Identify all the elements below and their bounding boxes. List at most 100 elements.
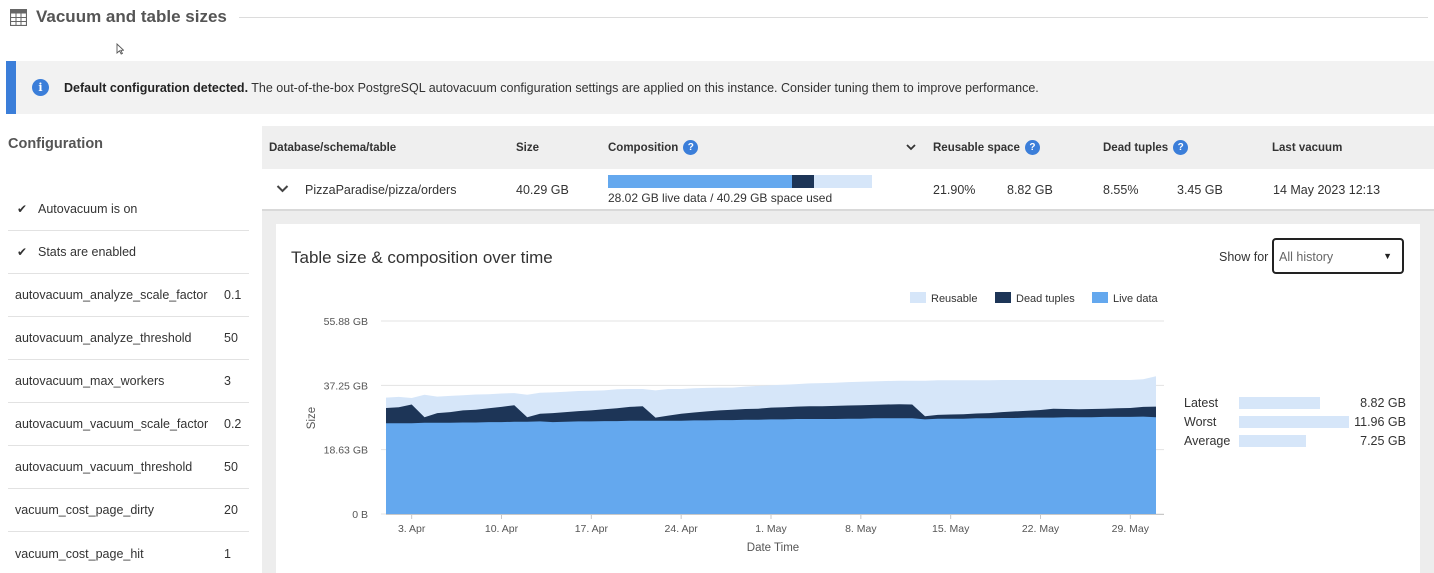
config-setting-value: 50: [224, 331, 238, 345]
x-tick-label: 24. Apr: [665, 523, 699, 535]
alert-bold-text: Default configuration detected.: [64, 80, 249, 95]
config-setting-value: 3: [224, 374, 231, 388]
config-setting-key: autovacuum_analyze_threshold: [15, 331, 192, 345]
legend-swatch: [1092, 292, 1108, 303]
column-header-table[interactable]: Database/schema/table: [269, 126, 396, 169]
config-setting-value: 1: [224, 546, 231, 561]
composition-live-segment: [608, 175, 792, 188]
dead-tuples-size: 3.45 GB: [1177, 183, 1223, 197]
info-icon: i: [32, 79, 49, 96]
config-setting-value: 50: [224, 460, 238, 474]
size-chart-card: Table size & composition over time Show …: [276, 224, 1420, 573]
table-row[interactable]: PizzaParadise/pizza/orders 40.29 GB 28.0…: [262, 169, 1434, 211]
legend-label: Reusable: [931, 293, 977, 305]
stat-value: 11.96 GB: [1354, 415, 1406, 429]
x-axis-title: Date Time: [747, 542, 799, 554]
config-check-label: Autovacuum is on: [38, 202, 138, 216]
header-divider: [238, 16, 1428, 18]
chevron-down-icon[interactable]: [905, 141, 917, 153]
column-header-reusable[interactable]: Reusable space?: [933, 126, 1040, 169]
stat-label: Average: [1184, 434, 1231, 448]
config-setting-value: 0.1: [224, 288, 242, 302]
config-setting-key: vacuum_cost_page_hit: [15, 546, 144, 561]
help-icon[interactable]: ?: [1024, 140, 1040, 155]
column-header-label: Last vacuum: [1272, 141, 1343, 154]
composition-reusable-segment: [814, 175, 872, 188]
config-setting-key: autovacuum_vacuum_scale_factor: [15, 417, 209, 431]
column-header-label: Dead tuples: [1103, 141, 1169, 154]
config-setting-key: autovacuum_max_workers: [15, 374, 165, 388]
column-header-composition[interactable]: Composition?: [608, 126, 699, 169]
x-tick-label: 8. May: [845, 523, 877, 535]
dead-tuples-percent: 8.55%: [1103, 183, 1139, 197]
configuration-title: Configuration: [8, 136, 104, 152]
help-icon[interactable]: ?: [683, 140, 699, 155]
column-header-last-vacuum[interactable]: Last vacuum: [1272, 126, 1342, 169]
column-header-label: Database/schema/table: [269, 141, 397, 154]
composition-caption: 28.02 GB live data / 40.29 GB space used: [608, 191, 833, 205]
config-check-stats: ✔ Stats are enabled: [8, 231, 249, 274]
help-icon[interactable]: ?: [1173, 140, 1189, 155]
legend-swatch: [910, 292, 926, 303]
column-header-label: Size: [516, 141, 540, 154]
y-tick-label: 55.88 GB: [324, 316, 368, 328]
column-header-label: Reusable space: [933, 141, 1020, 154]
composition-dead-segment: [791, 175, 815, 188]
y-tick-label: 18.63 GB: [324, 445, 368, 457]
config-setting-row: autovacuum_analyze_threshold 50: [8, 317, 249, 360]
page-header: Vacuum and table sizes: [10, 6, 1434, 28]
column-header-label: Composition: [608, 141, 679, 154]
default-config-alert: i Default configuration detected. The ou…: [6, 61, 1434, 114]
column-header-dead-tuples[interactable]: Dead tuples?: [1103, 126, 1189, 169]
config-setting-key: vacuum_cost_page_dirty: [15, 503, 154, 517]
mouse-cursor-icon: [116, 43, 124, 55]
stat-value: 8.82 GB: [1360, 396, 1406, 410]
config-setting-row: autovacuum_analyze_scale_factor 0.1: [8, 274, 249, 317]
check-icon: ✔: [17, 202, 28, 216]
last-vacuum-time: 14 May 2023 12:13: [1273, 183, 1381, 197]
config-setting-row: vacuum_cost_page_hit 1: [8, 532, 249, 573]
y-tick-label: 37.25 GB: [324, 380, 368, 392]
legend-swatch: [995, 292, 1011, 303]
config-setting-row: vacuum_cost_page_dirty 20: [8, 489, 249, 532]
composition-bar: [608, 175, 872, 188]
stat-bar: [1239, 435, 1306, 447]
x-tick-label: 17. Apr: [575, 523, 609, 535]
x-tick-label: 15. May: [932, 523, 970, 535]
legend-label: Live data: [1113, 293, 1159, 305]
reusable-percent: 21.90%: [933, 183, 976, 197]
table-grid-icon: [10, 8, 27, 26]
chevron-down-icon[interactable]: [276, 184, 289, 194]
table-size: 40.29 GB: [516, 183, 569, 197]
live-data-area: [386, 416, 1156, 514]
table-header: Database/schema/table Size Composition? …: [262, 126, 1434, 169]
stat-label: Worst: [1184, 415, 1217, 429]
config-setting-value: 20: [224, 503, 238, 517]
config-setting-row: autovacuum_vacuum_scale_factor 0.2: [8, 403, 249, 446]
config-setting-key: autovacuum_vacuum_threshold: [15, 460, 193, 474]
stat-row-average: Average 7.25 GB: [1184, 432, 1414, 452]
stat-bar: [1239, 416, 1349, 428]
column-header-size[interactable]: Size: [516, 126, 539, 169]
x-tick-label: 1. May: [755, 523, 787, 535]
x-tick-label: 3. Apr: [398, 523, 426, 535]
check-icon: ✔: [17, 245, 28, 259]
config-setting-value: 0.2: [224, 417, 242, 431]
config-check-label: Stats are enabled: [38, 245, 136, 259]
config-check-autovacuum: ✔ Autovacuum is on: [8, 188, 249, 231]
config-setting-key: autovacuum_analyze_scale_factor: [15, 288, 208, 302]
x-tick-label: 22. May: [1022, 523, 1060, 535]
config-setting-row: autovacuum_max_workers 3: [8, 360, 249, 403]
alert-message: Default configuration detected. The out-…: [64, 81, 1039, 95]
legend-label: Dead tuples: [1016, 293, 1075, 305]
stat-bar: [1239, 397, 1321, 409]
stat-value: 7.25 GB: [1360, 434, 1406, 448]
page-title: Vacuum and table sizes: [36, 7, 227, 26]
reusable-size: 8.82 GB: [1007, 183, 1053, 197]
stat-row-latest: Latest 8.82 GB: [1184, 394, 1414, 414]
x-tick-label: 29. May: [1112, 523, 1150, 535]
stat-label: Latest: [1184, 396, 1219, 410]
x-tick-label: 10. Apr: [485, 523, 519, 535]
table-name: PizzaParadise/pizza/orders: [305, 183, 457, 197]
y-axis-title: Size: [306, 407, 318, 429]
